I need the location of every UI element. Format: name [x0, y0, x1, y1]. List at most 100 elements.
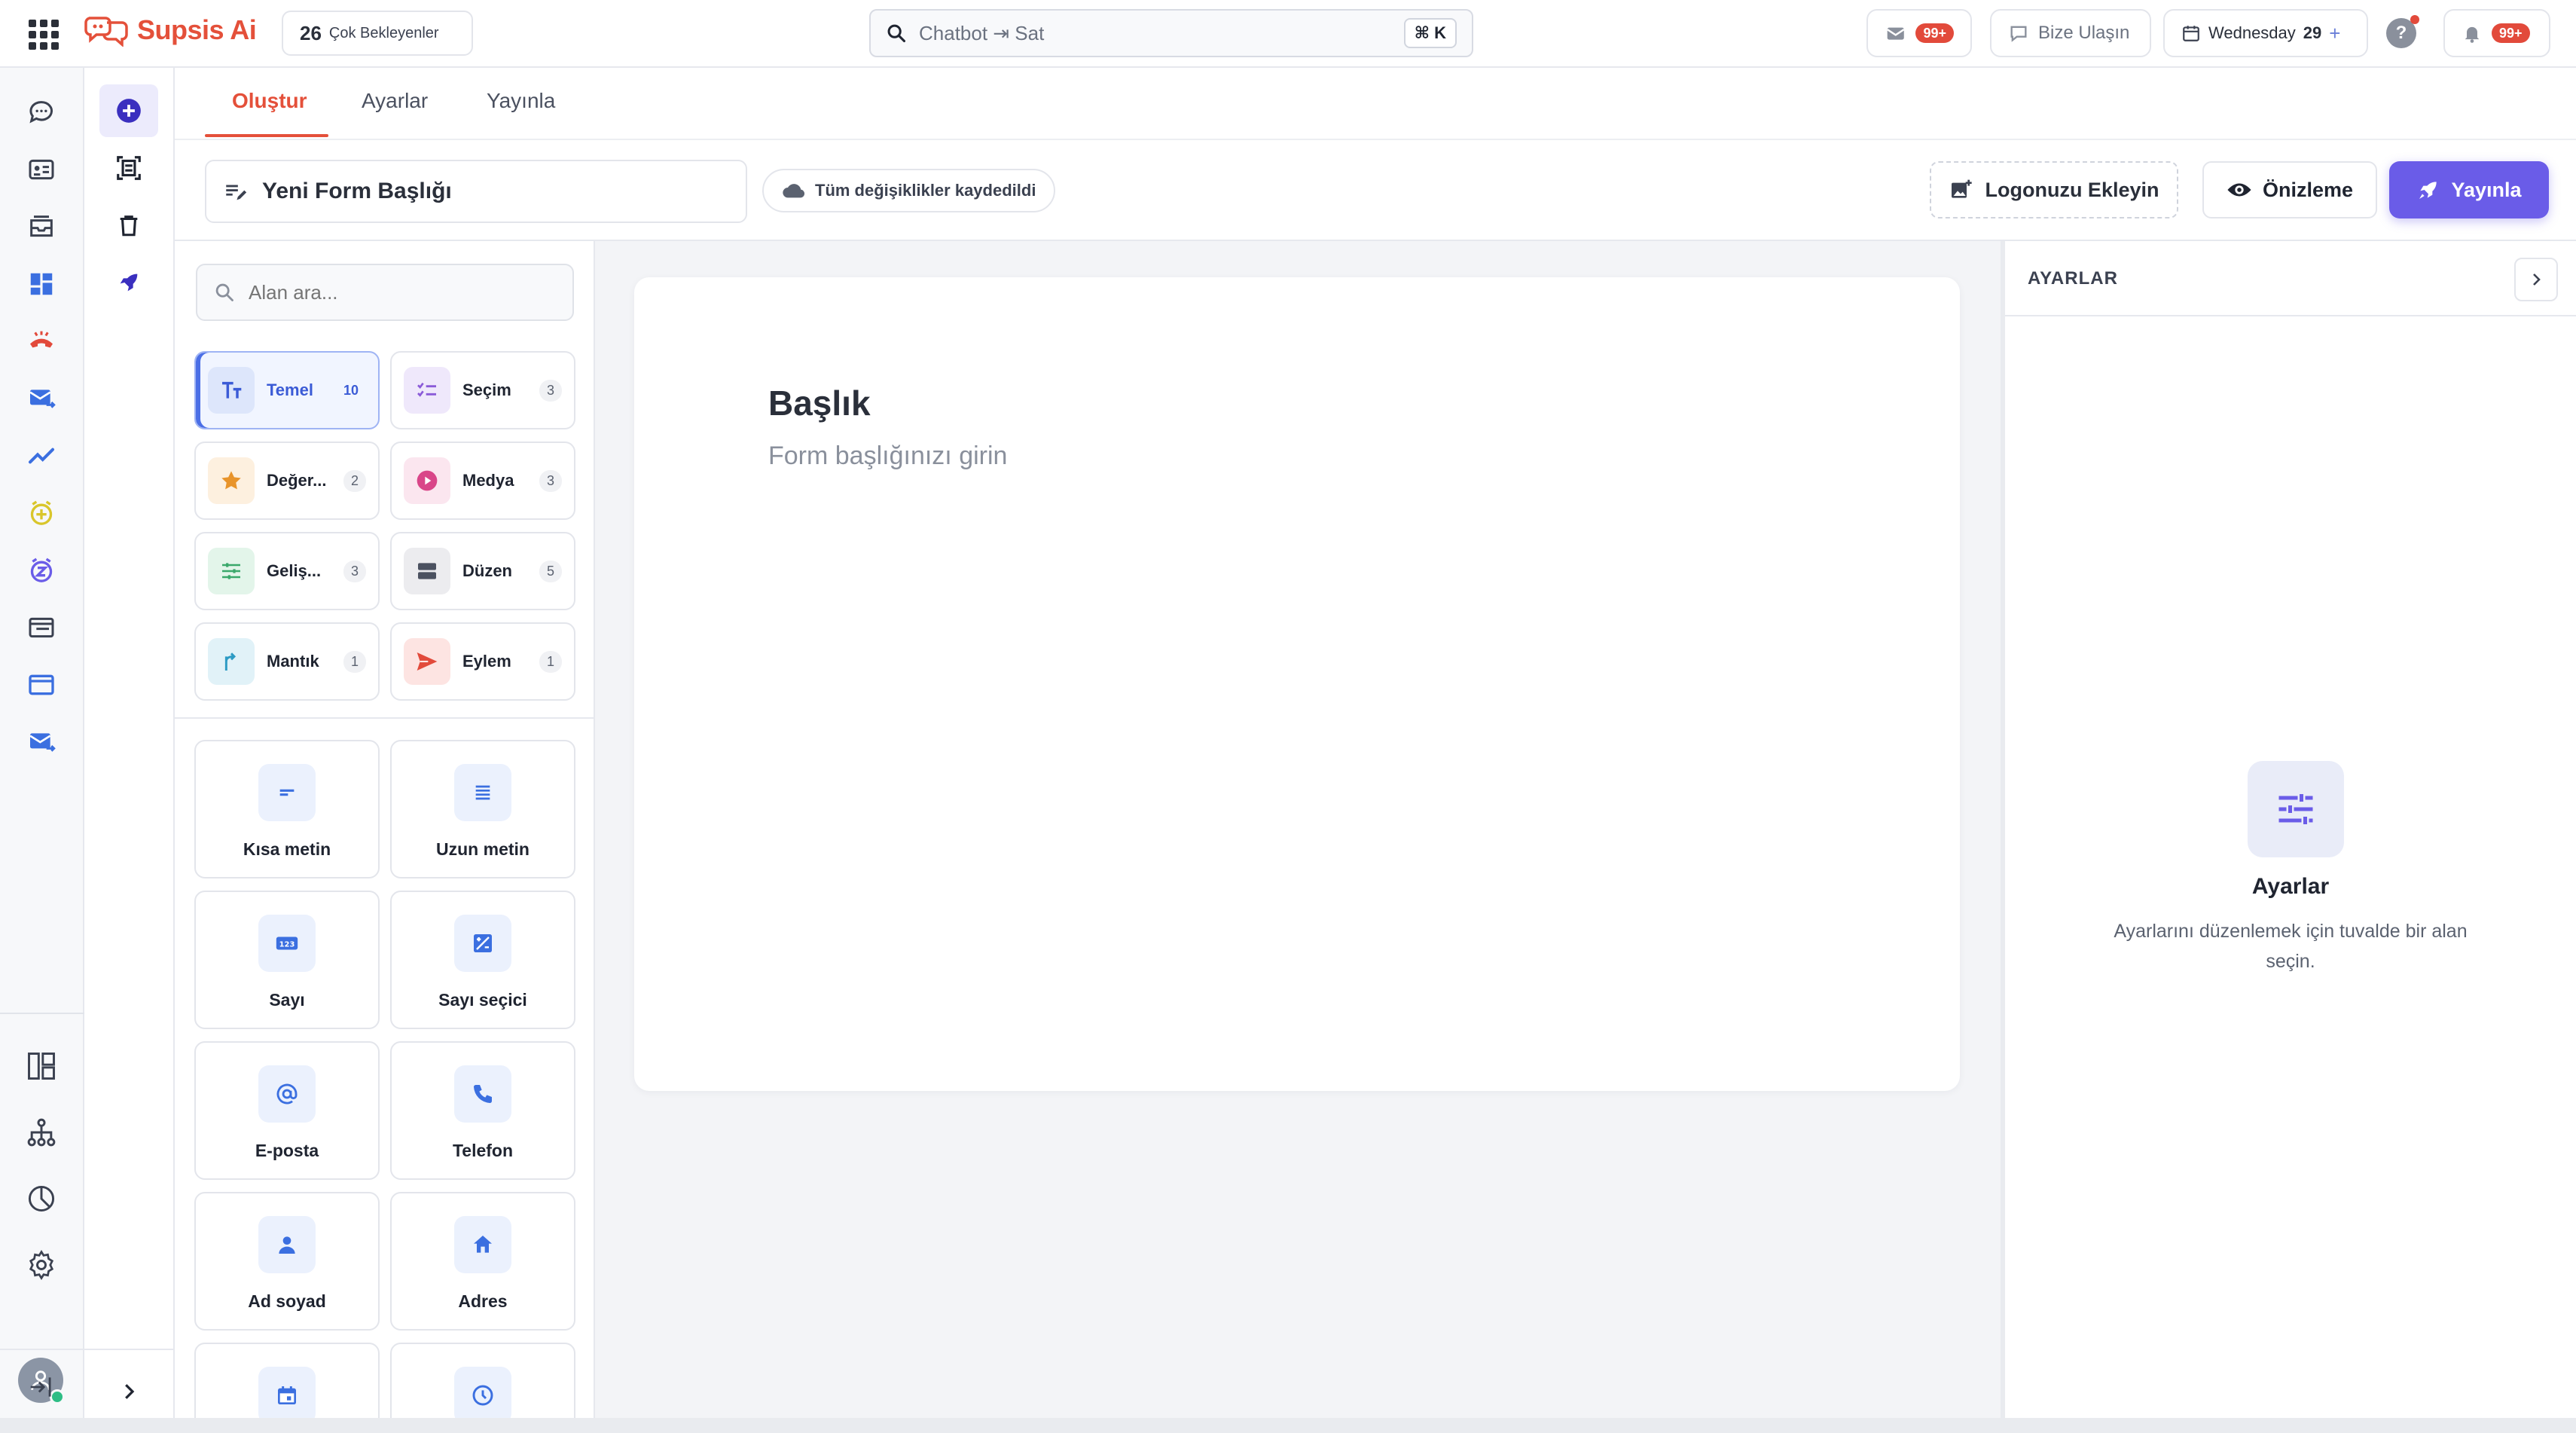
eye-icon: [2227, 183, 2251, 197]
rail2-divider: [84, 1349, 175, 1350]
email-nav-icon[interactable]: [23, 380, 60, 417]
brand[interactable]: Supsis Ai: [84, 14, 257, 47]
apps-grid-icon[interactable]: [27, 18, 60, 51]
field-search[interactable]: [196, 264, 574, 321]
form-tools-rail: [84, 68, 175, 1418]
tab-create[interactable]: Oluştur: [232, 89, 307, 113]
form-card[interactable]: Başlık Form başlığınızı girin: [634, 277, 1960, 1091]
pending-label: Çok Bekleyenler: [328, 24, 439, 41]
preview-button[interactable]: Önizleme: [2202, 161, 2377, 218]
sliders-icon: [208, 548, 255, 594]
inbox-nav-icon[interactable]: [23, 208, 60, 246]
scan-form-icon[interactable]: [99, 142, 158, 194]
field-tile-label: Ad soyad: [248, 1291, 326, 1311]
analytics-nav-icon[interactable]: [23, 437, 60, 475]
field-tile-phone[interactable]: Telefon: [390, 1041, 575, 1180]
field-tile-label: Uzun metin: [436, 839, 530, 859]
category-duzen[interactable]: Düzen 5: [390, 532, 575, 610]
hierarchy-nav-icon[interactable]: [23, 1114, 60, 1151]
field-tile-email[interactable]: E-posta: [194, 1041, 380, 1180]
short-text-icon: [258, 764, 316, 821]
tune-icon: [2248, 761, 2344, 857]
field-tile-address[interactable]: Adres: [390, 1192, 575, 1331]
edit-title-icon: [226, 185, 247, 200]
call-nav-icon[interactable]: [23, 322, 60, 360]
global-search[interactable]: ⌘ K: [869, 9, 1473, 57]
web-nav-icon[interactable]: [23, 609, 60, 646]
bell-icon: [2465, 26, 2480, 43]
category-mantik[interactable]: Mantık 1: [194, 622, 380, 701]
reminder-nav-icon[interactable]: [23, 494, 60, 532]
field-tile-label: Adres: [458, 1291, 508, 1311]
panel-divider: [175, 717, 594, 719]
field-tile-label: Kısa metin: [243, 839, 331, 859]
chat-icon: [2010, 26, 2027, 42]
tab-settings[interactable]: Ayarlar: [362, 89, 428, 113]
field-tile-long-text[interactable]: Uzun metin: [390, 740, 575, 878]
field-tile-number-picker[interactable]: Sayı seçici: [390, 891, 575, 1029]
form-heading[interactable]: Başlık: [768, 383, 871, 423]
category-count: 3: [539, 379, 562, 402]
contacts-nav-icon[interactable]: [23, 151, 60, 188]
help-icon[interactable]: ?: [2386, 15, 2419, 48]
collapse-settings-button[interactable]: [2514, 258, 2558, 301]
tab-publish[interactable]: Yayınla: [487, 89, 555, 113]
preview-label: Önizleme: [2262, 178, 2354, 201]
category-gelismis[interactable]: Geliş... 3: [194, 532, 380, 610]
date-widget[interactable]: Wednesday 29 +: [2163, 9, 2368, 57]
category-temel[interactable]: Temel 10: [194, 351, 380, 429]
publish-button[interactable]: Yayınla: [2389, 161, 2549, 218]
form-title-text: Yeni Form Başlığı: [262, 179, 452, 203]
calendar-icon: [2183, 26, 2199, 41]
chat-nav-icon[interactable]: [23, 93, 60, 131]
category-count: 3: [539, 469, 562, 492]
category-name: Seçim: [462, 380, 511, 399]
date-day: Wednesday: [2208, 23, 2296, 42]
launch-rocket-icon[interactable]: [99, 256, 158, 309]
form-heading-placeholder[interactable]: Form başlığınızı girin: [768, 442, 1007, 471]
field-tile-short-text[interactable]: Kısa metin: [194, 740, 380, 878]
form-title-field[interactable]: Yeni Form Başlığı: [205, 160, 747, 223]
dashboard-nav-icon[interactable]: [23, 265, 60, 303]
layout-nav-icon[interactable]: [23, 1047, 60, 1085]
snooze-nav-icon[interactable]: [23, 552, 60, 589]
settings-gear-icon[interactable]: [23, 1246, 60, 1284]
help-label: ?: [2395, 23, 2407, 43]
reports-nav-icon[interactable]: [23, 1180, 60, 1218]
add-logo-button[interactable]: Logonuzu Ekleyin: [1930, 161, 2178, 218]
field-tile-full-name[interactable]: Ad soyad: [194, 1192, 380, 1331]
field-tile-label: Sayı: [269, 990, 305, 1010]
category-deger[interactable]: Değer... 2: [194, 442, 380, 520]
save-status: Tüm değişiklikler kaydedildi: [762, 169, 1056, 212]
category-secim[interactable]: Seçim 3: [390, 351, 575, 429]
contact-us-label: Bize Ulaşın: [2038, 23, 2130, 43]
add-event-button[interactable]: +: [2329, 22, 2340, 45]
window-nav-icon[interactable]: [23, 666, 60, 704]
field-search-input[interactable]: [249, 280, 556, 304]
field-tile-label: Sayı seçici: [438, 990, 527, 1010]
main-nav-rail: [0, 68, 84, 1418]
trash-icon[interactable]: [99, 199, 158, 252]
inbox-button[interactable]: 99+: [1866, 9, 1972, 57]
field-tile-label: Telefon: [452, 1141, 514, 1160]
save-status-text: Tüm değişiklikler kaydedildi: [815, 181, 1036, 200]
search-icon: [887, 24, 906, 43]
collapse-sidebar-icon[interactable]: [23, 1368, 60, 1406]
field-tile-number[interactable]: 123 Sayı: [194, 891, 380, 1029]
inbox-badge: 99+: [1915, 23, 1954, 43]
mail-forward-nav-icon[interactable]: [23, 723, 60, 761]
field-tile-date[interactable]: [194, 1343, 380, 1418]
bottom-strip: [0, 1418, 2576, 1433]
text-format-icon: [208, 367, 255, 414]
create-form-icon[interactable]: [99, 84, 158, 137]
category-count: 1: [539, 650, 562, 673]
category-medya[interactable]: Medya 3: [390, 442, 575, 520]
expand-chevron-icon[interactable]: [99, 1365, 158, 1418]
notifications-button[interactable]: 99+: [2443, 9, 2550, 57]
pending-chats-button[interactable]: 26 Çok Bekleyenler: [282, 11, 473, 56]
field-tile-time[interactable]: [390, 1343, 575, 1418]
category-eylem[interactable]: Eylem 1: [390, 622, 575, 701]
contact-us-button[interactable]: Bize Ulaşın: [1990, 9, 2151, 57]
search-input[interactable]: [919, 21, 1392, 45]
mail-icon: [1887, 27, 1905, 40]
